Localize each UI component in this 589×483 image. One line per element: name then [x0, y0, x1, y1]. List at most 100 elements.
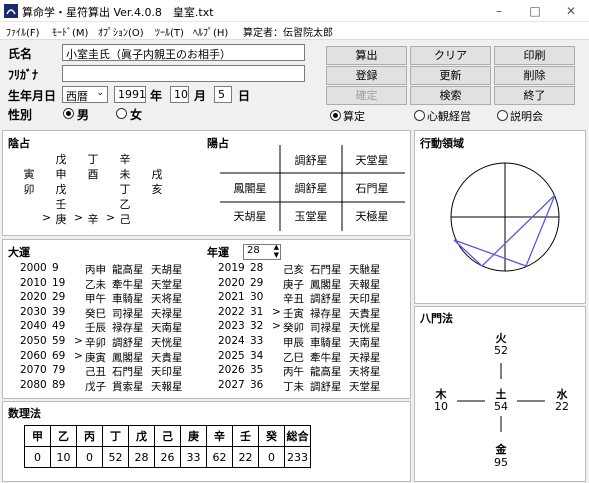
delete-button[interactable]: 削除	[494, 66, 575, 85]
print-button[interactable]: 印刷	[494, 46, 575, 65]
male-radio[interactable]	[63, 108, 74, 119]
inyo-cell: 己	[119, 213, 131, 226]
menu-tool[interactable]: ﾂｰﾙ(T)	[155, 24, 184, 39]
menu-help[interactable]: ﾍﾙﾌﾟ(H)	[193, 24, 228, 39]
menu-option[interactable]: ｵﾌﾟｼｮﾝ(O)	[98, 24, 144, 39]
taiun-right-cell: 調舒星	[310, 293, 342, 306]
taiun-right-cell: 2026	[218, 364, 245, 377]
suri-value-cell: 26	[154, 446, 181, 468]
suri-value-cell: 33	[180, 446, 207, 468]
taiun-left-cell: 天報星	[151, 380, 183, 393]
taiun-right-cell: 30	[250, 291, 264, 304]
inyo-arrow: >	[42, 211, 52, 224]
taiun-left-cell: 29	[52, 291, 66, 304]
day-input[interactable]: 5	[214, 86, 232, 103]
taiun-left-cell: 牽牛星	[112, 278, 144, 291]
taiun-left-cell: 2060	[20, 349, 47, 362]
taiun-left-cell: 天胡星	[151, 264, 183, 276]
taiun-left-cell: 壬辰	[85, 322, 106, 335]
mode-radio-shinkan[interactable]	[414, 110, 425, 121]
taiun-left-cell: 天将星	[151, 293, 183, 306]
register-button[interactable]: 登録	[326, 66, 407, 85]
hachimon-wood-value: 10	[434, 400, 448, 413]
taiun-left-cell: 天南星	[151, 322, 183, 335]
name-input[interactable]: 小室圭氏（眞子内親王のお相手）	[62, 44, 305, 61]
taiun-right-cell: 龍高星	[310, 366, 342, 379]
taiun-right-cell: 天印星	[349, 293, 381, 306]
taiun-left-cell: 2070	[20, 364, 47, 377]
gender-label: 性別	[8, 108, 33, 122]
taiun-left-cell: 鳳閣星	[112, 351, 144, 364]
hachimon-water-value: 22	[555, 400, 569, 413]
inyo-cell: 戊	[55, 153, 67, 166]
taiun-left-cell: 69	[52, 349, 66, 362]
day-unit: 日	[238, 89, 251, 103]
taiun-left-cell: 調舒星	[112, 337, 144, 349]
minimize-button[interactable]: –	[481, 0, 517, 22]
search-button[interactable]: 検索	[410, 86, 491, 105]
taiun-left-cell: 戊子	[85, 380, 106, 393]
suri-header-cell: 壬	[232, 425, 259, 447]
inyo-cell: 壬	[55, 198, 67, 211]
female-radio[interactable]	[116, 108, 127, 119]
mode-radio-santei[interactable]	[330, 110, 341, 121]
yosen-top-right: 天堂星	[355, 154, 389, 167]
taiun-right-cell: 天南星	[349, 337, 381, 349]
hachimon-metal: 金	[495, 443, 507, 456]
year-input[interactable]: 1991	[114, 86, 146, 103]
taiun-left-cell: 癸巳	[85, 307, 106, 320]
yosen-bottom-left: 天胡星	[233, 210, 267, 223]
maximize-button[interactable]: □	[517, 0, 553, 22]
menu-file[interactable]: ﾌｧｲﾙ(F)	[6, 24, 40, 39]
taiun-right-cell: 2020	[218, 276, 245, 289]
hachimon-fire-value: 52	[494, 344, 508, 357]
taiun-left-cell: 天禄星	[151, 307, 183, 320]
taiun-left-cell: 39	[52, 305, 66, 318]
update-button[interactable]: 更新	[410, 66, 491, 85]
calc-button[interactable]: 算出	[326, 46, 407, 65]
taiun-right-cell: 司禄星	[310, 322, 342, 335]
suri-header-cell: 丁	[102, 425, 129, 447]
taiun-left-cell: 天印星	[151, 366, 183, 379]
suri-header-row: 甲乙丙丁戊己庚辛壬癸総合	[24, 425, 311, 447]
taiun-left-cell: 49	[52, 320, 66, 333]
taiun-right-cell: >	[272, 320, 281, 333]
confirm-button[interactable]: 確定	[326, 86, 407, 105]
taiun-right-cell: 甲辰	[283, 337, 304, 349]
taiun-left-cell: 貫索星	[112, 380, 144, 393]
kodo-chart	[450, 162, 560, 272]
kana-input[interactable]	[62, 65, 305, 82]
close-button[interactable]: ✕	[553, 0, 589, 22]
taiun-left-cell: 79	[52, 364, 66, 377]
suri-header-cell: 庚	[180, 425, 207, 447]
birth-label: 生年月日	[8, 89, 57, 103]
suri-value-cell: 52	[102, 446, 129, 468]
suri-value-cell: 62	[206, 446, 233, 468]
app-icon	[4, 4, 18, 18]
suri-value-cell: 0	[258, 446, 285, 468]
exit-button[interactable]: 終了	[494, 86, 575, 105]
taiun-right-cell: >	[272, 305, 281, 318]
era-select[interactable]: 西暦 ⌄	[62, 86, 108, 103]
year-unit: 年	[150, 89, 163, 103]
suri-header-cell: 戊	[128, 425, 155, 447]
month-input[interactable]: 10	[170, 86, 189, 103]
inyo-cell: 卯	[23, 183, 35, 196]
clear-button[interactable]: クリア	[410, 46, 491, 65]
taiun-right-cell: 天報星	[349, 278, 381, 291]
spinner-arrows-icon[interactable]: ▲ ▼	[274, 245, 279, 259]
taiun-right-cell: 2022	[218, 305, 245, 318]
taiun-right-cell: 辛丑	[283, 293, 304, 306]
yosen-center: 調舒星	[294, 182, 328, 195]
mode-radio-setsumei[interactable]	[497, 110, 508, 121]
era-value: 西暦	[66, 90, 88, 103]
taiun-right-cell: 乙巳	[283, 351, 304, 364]
suri-header-cell: 己	[154, 425, 181, 447]
kana-label: ﾌﾘｶﾞﾅ	[8, 68, 39, 82]
taiun-left-cell: 2040	[20, 320, 47, 333]
nenun-spinner[interactable]: 28 ▲ ▼	[243, 244, 281, 260]
taiun-left-cell: 59	[52, 335, 66, 347]
taiun-right-cell: 2025	[218, 349, 245, 362]
suri-header-cell: 癸	[258, 425, 285, 447]
menu-mode[interactable]: ﾓｰﾄﾞ(M)	[52, 24, 88, 39]
